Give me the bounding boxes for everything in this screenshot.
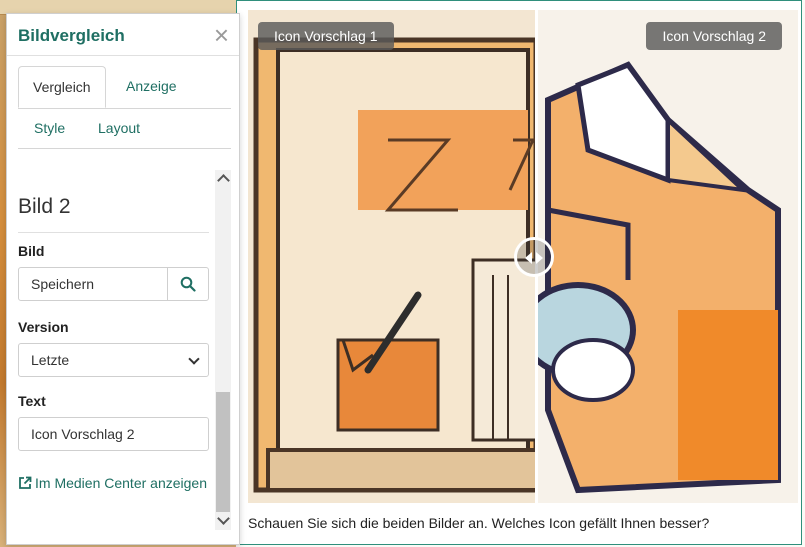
tab-vergleich[interactable]: Vergleich	[18, 66, 106, 108]
version-label: Version	[18, 319, 69, 335]
arrow-left-icon	[525, 252, 532, 264]
image-input[interactable]	[18, 267, 168, 301]
image-2-label: Icon Vorschlag 2	[646, 22, 782, 50]
slider-handle-icon[interactable]	[514, 237, 554, 277]
tab-style[interactable]: Style	[20, 108, 79, 148]
panel-scroll-area[interactable]: Bild 2 Bild Version Letzte Text Im Medie…	[7, 169, 229, 531]
text-label: Text	[18, 393, 46, 409]
close-icon[interactable]: ×	[214, 22, 229, 48]
version-select[interactable]: Letzte	[18, 343, 209, 377]
scroll-down-icon[interactable]	[217, 512, 230, 525]
section-title: Bild 2	[18, 195, 71, 218]
search-button[interactable]	[167, 267, 209, 301]
arrow-right-icon	[536, 252, 543, 264]
section-divider	[18, 232, 209, 233]
external-link-icon	[19, 476, 32, 489]
tabs-divider-bottom	[18, 148, 231, 149]
media-center-link[interactable]: Im Medien Center anzeigen	[18, 475, 207, 491]
tab-layout[interactable]: Layout	[84, 108, 154, 148]
image-comparison[interactable]: Icon Vorschlag 1 Icon Vorschlag 2	[248, 10, 798, 503]
editor-panel: Bildvergleich × Vergleich Anzeige Style …	[6, 13, 240, 545]
scroll-up-icon[interactable]	[217, 174, 230, 187]
panel-scrollbar[interactable]	[215, 170, 231, 530]
comparison-caption: Schauen Sie sich die beiden Bilder an. W…	[248, 515, 710, 531]
title-divider	[7, 55, 239, 56]
media-center-link-label: Im Medien Center anzeigen	[35, 475, 207, 491]
panel-title: Bildvergleich	[18, 26, 125, 45]
search-icon	[180, 276, 196, 292]
scrollbar-thumb[interactable]	[216, 392, 230, 512]
tab-anzeige[interactable]: Anzeige	[112, 66, 191, 106]
image-1-label: Icon Vorschlag 1	[258, 22, 394, 50]
text-input[interactable]	[18, 417, 209, 451]
version-value: Letzte	[31, 352, 70, 368]
chevron-down-icon	[188, 353, 200, 365]
image-label: Bild	[18, 243, 45, 259]
